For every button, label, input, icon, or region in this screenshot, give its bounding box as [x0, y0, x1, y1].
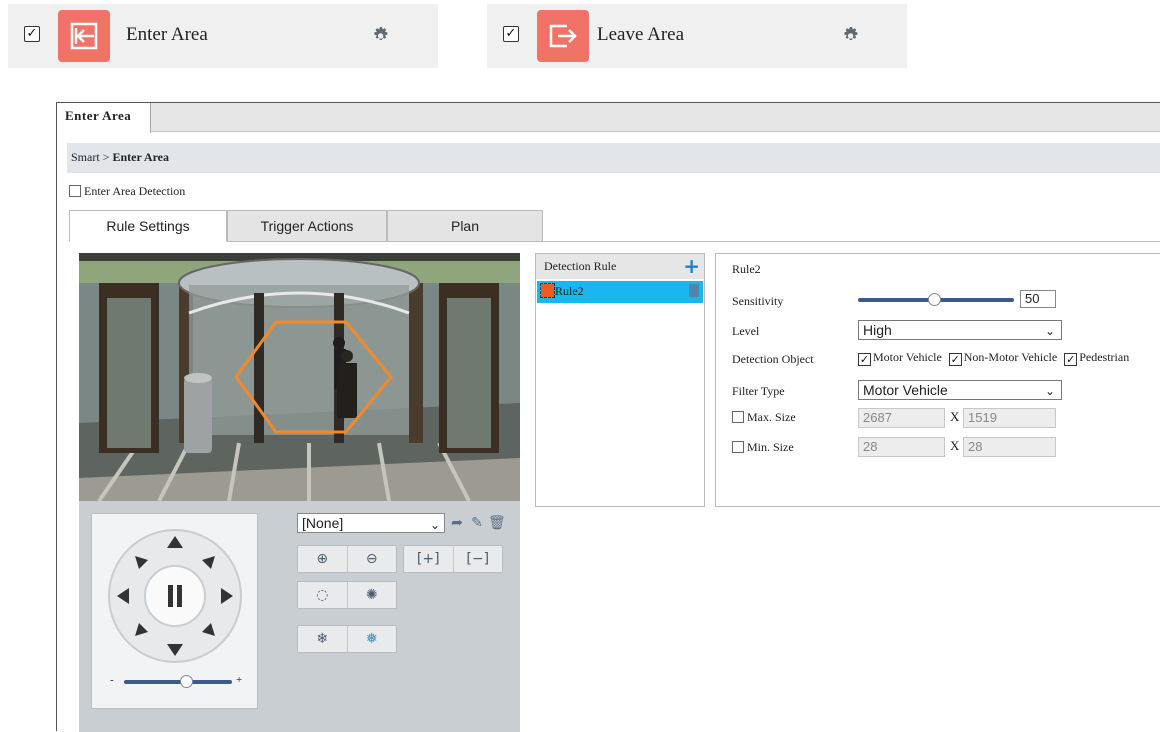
focus-far-icon[interactable]: [−] — [452, 546, 503, 572]
motor-vehicle-label: Motor Vehicle — [873, 350, 942, 364]
breadcrumb: Smart > Enter Area — [67, 143, 1160, 173]
max-height-input[interactable]: 1519 — [963, 408, 1056, 428]
rule-detail: Rule2 Sensitivity 50 Level High ⌄ Detect… — [715, 253, 1160, 507]
leave-area-tile — [537, 10, 589, 62]
min-size-x: X — [950, 438, 960, 453]
iris-button-group: ◌ ✺ — [297, 581, 397, 609]
max-size-toggle[interactable]: Max. Size — [732, 410, 796, 425]
breadcrumb-root[interactable]: Smart — [71, 150, 100, 164]
gear-icon[interactable] — [840, 26, 860, 46]
min-size-label: Min. Size — [747, 440, 794, 454]
pedestrian-label: Pedestrian — [1079, 350, 1130, 364]
enter-area-tile — [58, 10, 110, 62]
rule-name: Rule2 — [555, 284, 584, 298]
detection-object-options: ✓ Motor Vehicle ✓ Non-Motor Vehicle ✓ Pedes… — [858, 350, 1129, 366]
preset-select[interactable]: [None] ⌄ — [297, 513, 445, 533]
zoom-in-icon[interactable]: ⊕ — [298, 546, 347, 572]
sensitivity-input[interactable]: 50 — [1020, 290, 1056, 308]
ptz-speed-knob[interactable] — [180, 675, 193, 688]
enter-area-detection-checkbox[interactable] — [69, 185, 81, 197]
trash-icon[interactable] — [689, 284, 699, 297]
ptz-panel: - + [None] ⌄ ➦ ✎ 🗑 ⊕ ⊖ [+] [−] ◌ ✺ ❄ ❅ — [79, 501, 520, 732]
level-label: Level — [732, 324, 760, 338]
min-height-input[interactable]: 28 — [963, 437, 1056, 457]
iris-close-icon[interactable]: ✺ — [346, 582, 397, 608]
config-panel: Enter Area Smart > Enter Area Enter Area… — [56, 102, 1160, 732]
preset-select-value: [None] — [302, 515, 344, 531]
tab-rule-settings[interactable]: Rule Settings — [69, 210, 227, 242]
sensitivity-label: Sensitivity — [732, 294, 784, 308]
rule-title: Rule2 — [732, 262, 761, 276]
gear-icon[interactable] — [370, 26, 390, 46]
detection-rule-header: Detection Rule + — [536, 254, 704, 279]
ptz-speed-slider[interactable] — [124, 680, 232, 684]
min-width-input[interactable]: 28 — [858, 437, 945, 457]
min-size-toggle[interactable]: Min. Size — [732, 440, 794, 455]
ptz-direction-pad[interactable] — [92, 522, 259, 682]
filter-type-select[interactable]: Motor Vehicle ⌄ — [858, 380, 1062, 400]
trash-icon[interactable]: 🗑 — [488, 515, 506, 531]
defog-icon[interactable]: ❄ — [298, 626, 347, 652]
leave-area-card[interactable]: ✓ Leave Area — [487, 4, 907, 68]
leave-area-icon — [549, 24, 577, 48]
chevron-down-icon: ⌄ — [1044, 384, 1055, 398]
min-size-checkbox[interactable] — [732, 441, 744, 453]
wiper-button-group: ❄ ❅ — [297, 625, 397, 653]
tab-plan[interactable]: Plan — [387, 210, 543, 242]
pedestrian-checkbox[interactable]: ✓ — [1064, 353, 1078, 366]
max-size-label: Max. Size — [747, 410, 796, 424]
enter-area-icon — [70, 22, 98, 50]
non-motor-vehicle-label: Non-Motor Vehicle — [963, 350, 1058, 364]
max-size-checkbox[interactable] — [732, 411, 744, 423]
breadcrumb-separator: > — [102, 150, 110, 164]
enter-area-card[interactable]: ✓ Enter Area — [8, 4, 438, 68]
filter-type-value: Motor Vehicle — [863, 382, 948, 398]
zoom-max-label: + — [236, 674, 243, 686]
video-preview[interactable] — [79, 253, 520, 501]
sensitivity-knob[interactable] — [928, 293, 941, 306]
zoom-out-icon[interactable]: ⊖ — [346, 546, 397, 572]
chevron-down-icon: ⌄ — [429, 518, 440, 532]
zoom-button-group: ⊕ ⊖ — [297, 545, 397, 573]
list-item[interactable]: Rule2 — [537, 281, 703, 303]
chevron-down-icon: ⌄ — [1044, 324, 1055, 338]
detection-rule-title: Detection Rule — [544, 259, 617, 273]
leave-area-checkbox[interactable]: ✓ — [503, 26, 519, 42]
panel-tabbar: Enter Area — [57, 103, 1160, 133]
detection-object-label: Detection Object — [732, 352, 814, 366]
zoom-min-label: - — [110, 674, 114, 686]
rule-color-swatch — [540, 283, 555, 298]
enter-area-detection-label: Enter Area Detection — [84, 184, 186, 198]
iris-open-icon[interactable]: ◌ — [298, 582, 347, 608]
max-width-input[interactable]: 2687 — [858, 408, 945, 428]
level-select-value: High — [863, 322, 892, 338]
tab-enter-area[interactable]: Enter Area — [57, 103, 151, 133]
max-size-x: X — [950, 409, 960, 424]
camera-scene — [79, 253, 520, 501]
non-motor-vehicle-checkbox[interactable]: ✓ — [948, 353, 962, 366]
detection-rule-list: Detection Rule + Rule2 — [535, 253, 705, 507]
leave-area-label: Leave Area — [597, 24, 685, 45]
tab-trigger-actions[interactable]: Trigger Actions — [227, 210, 387, 242]
heater-icon[interactable]: ❅ — [346, 626, 397, 652]
focus-button-group: [+] [−] — [403, 545, 503, 573]
goto-preset-icon[interactable]: ➦ — [449, 515, 465, 531]
add-icon[interactable]: + — [683, 255, 700, 277]
enter-area-detection-toggle[interactable]: Enter Area Detection — [69, 184, 185, 199]
level-select[interactable]: High ⌄ — [858, 320, 1062, 340]
ptz-dial-box: - + — [91, 513, 258, 709]
breadcrumb-current: Enter Area — [112, 150, 170, 164]
edit-icon[interactable]: ✎ — [469, 515, 485, 531]
enter-area-label: Enter Area — [126, 24, 208, 45]
filter-type-label: Filter Type — [732, 384, 785, 398]
focus-near-icon[interactable]: [+] — [404, 546, 453, 572]
motor-vehicle-checkbox[interactable]: ✓ — [858, 353, 871, 366]
enter-area-checkbox[interactable]: ✓ — [24, 26, 40, 42]
sub-tabs: Rule Settings Trigger Actions Plan — [69, 210, 1160, 242]
